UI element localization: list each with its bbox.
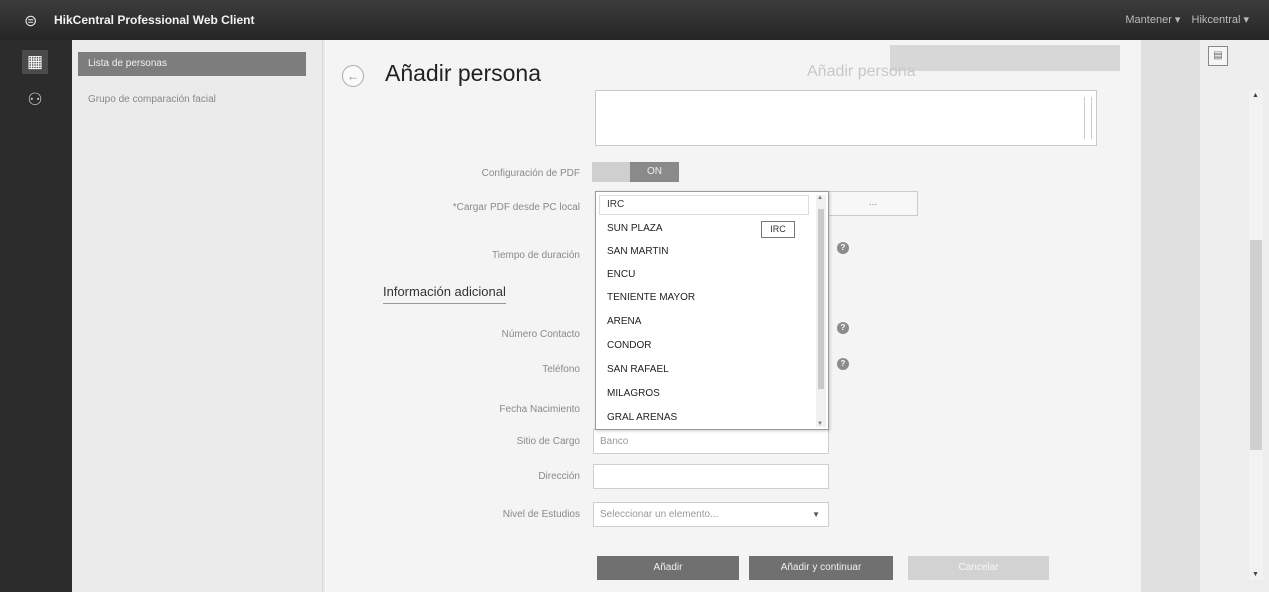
list-item[interactable]: MILAGROS [607, 388, 807, 399]
position-field[interactable]: Banco [593, 429, 829, 454]
studies-select[interactable]: Seleccionar un elemento... ▼ [593, 502, 829, 527]
cancel-button[interactable]: Cancelar [908, 556, 1049, 580]
page-title: Añadir persona [385, 60, 541, 86]
list-item[interactable]: SAN MARTIN [607, 246, 807, 257]
list-item[interactable]: ENCU [607, 269, 807, 280]
scroll-up-icon[interactable]: ▲ [817, 195, 823, 201]
studies-label: Nivel de Estudios [502, 509, 580, 520]
position-label: Sitio de Cargo [516, 436, 580, 447]
home-icon[interactable]: ▦ [22, 50, 48, 74]
module-rail: ▦ ⚇ [0, 40, 72, 592]
help-icon[interactable]: ? [837, 242, 849, 254]
scroll-down-icon[interactable]: ▼ [1252, 571, 1259, 578]
ghost-title: Añadir persona [807, 63, 916, 80]
user-menu[interactable]: Hikcentral ▾ [1192, 14, 1249, 26]
page-scrollbar[interactable]: ▲ ▼ [1249, 90, 1263, 580]
help-icon[interactable]: ? [837, 358, 849, 370]
scrollbar-thumb[interactable] [1250, 240, 1262, 450]
add-continue-button[interactable]: Añadir y continuar [749, 556, 893, 580]
contact-label: Número Contacto [501, 329, 580, 340]
list-item[interactable]: ARENA [607, 316, 807, 327]
address-label: Dirección [538, 471, 580, 482]
list-item[interactable]: SAN RAFAEL [607, 364, 807, 375]
scroll-up-icon[interactable]: ▲ [1252, 92, 1259, 99]
site-dropdown-list[interactable]: IRC SUN PLAZA IRC SAN MARTIN ENCU TENIEN… [595, 191, 829, 430]
list-item[interactable]: TENIENTE MAYOR [607, 292, 807, 303]
sidebar-item-person-list[interactable]: Lista de personas [78, 52, 306, 76]
time-label: Tiempo de duración [491, 250, 580, 261]
main-panel: ← Añadir persona Añadir persona Configur… [325, 40, 1141, 592]
app-logo-icon: ⊜ [24, 13, 38, 30]
top-bar-right: Mantener ▾ Hikcentral ▾ [1117, 13, 1249, 26]
birthdate-label: Fecha Nacimiento [499, 404, 580, 415]
pdf-config-toggle[interactable]: ON [592, 162, 679, 182]
pdf-config-label: Configuración de PDF [481, 168, 580, 179]
panel-toggle-icon[interactable]: ▤ [1208, 46, 1228, 66]
address-field[interactable] [593, 464, 829, 489]
list-item[interactable]: GRAL ARENAS [607, 412, 807, 423]
sidebar-nav: Lista de personas Grupo de comparación f… [72, 40, 323, 592]
chevron-down-icon: ▼ [812, 510, 820, 519]
dropdown-scrollbar[interactable]: ▲ ▼ [816, 195, 826, 427]
remarks-textarea[interactable] [595, 90, 1097, 146]
add-button[interactable]: Añadir [597, 556, 739, 580]
browse-button[interactable]: ... [828, 191, 918, 216]
person-icon[interactable]: ⚇ [22, 88, 48, 112]
list-item[interactable]: CONDOR [607, 340, 807, 351]
right-strip [1141, 40, 1200, 592]
sidebar-item-face-group[interactable]: Grupo de comparación facial [78, 88, 306, 112]
scrollbar-thumb[interactable] [818, 209, 824, 389]
phone-label: Teléfono [542, 364, 580, 375]
toggle-on-label: ON [630, 162, 679, 182]
additional-info-heading: Información adicional [383, 284, 506, 304]
pdf-load-label: *Cargar PDF desde PC local [452, 202, 580, 213]
dropdown-search-input[interactable]: IRC [599, 195, 809, 215]
studies-select-value: Seleccionar un elemento... [600, 509, 719, 520]
top-bar: ⊜ HikCentral Professional Web Client Man… [0, 0, 1269, 40]
back-arrow-icon[interactable]: ← [342, 65, 364, 87]
help-icon[interactable]: ? [837, 322, 849, 334]
app-title: HikCentral Professional Web Client [54, 13, 255, 27]
maintain-menu[interactable]: Mantener ▾ [1125, 14, 1180, 26]
ghost-bar [890, 45, 1120, 71]
scroll-down-icon[interactable]: ▼ [817, 421, 823, 427]
tooltip: IRC [761, 221, 795, 238]
